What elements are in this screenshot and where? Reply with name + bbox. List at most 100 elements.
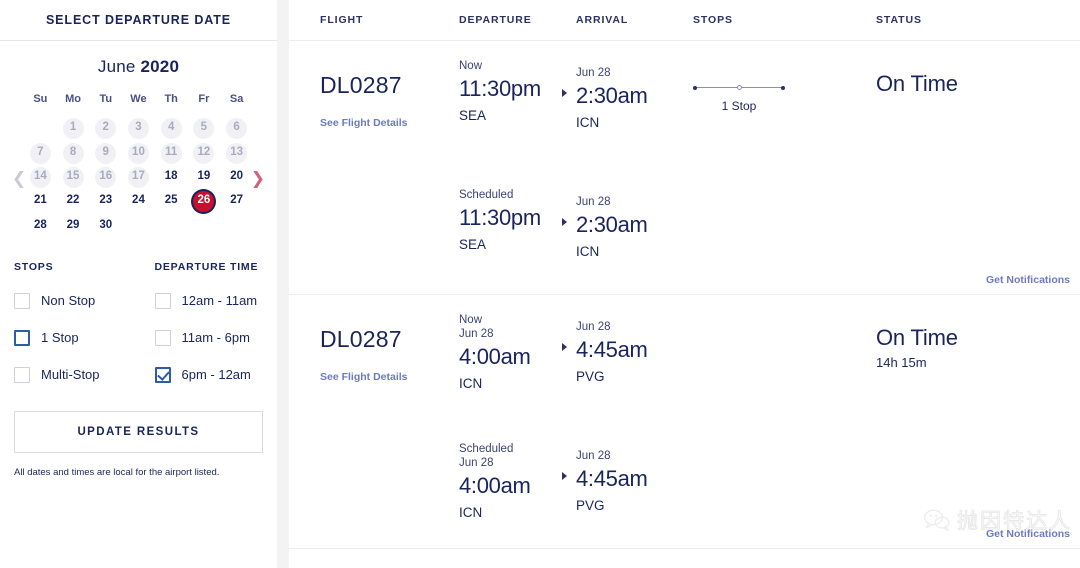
calendar-day-30[interactable]: 30 (95, 216, 116, 237)
departure-airport: SEA (459, 237, 487, 252)
calendar-cell: 22 (57, 189, 90, 213)
calendar-cell: 6 (220, 115, 253, 141)
calendar-week-row: 123456 (24, 115, 253, 141)
stops-cell (693, 170, 868, 294)
calendar-cell: 28 (24, 213, 57, 239)
calendar-day-23[interactable]: 23 (95, 191, 116, 212)
calendar-cell (155, 213, 188, 239)
calendar-day-19[interactable]: 19 (193, 167, 214, 188)
calendar-cell: 7 (24, 141, 57, 165)
chevron-right-icon[interactable]: ❯ (251, 171, 265, 188)
arrival-meta: Jun 28 (576, 321, 611, 333)
departure-time-option-row[interactable]: 6pm - 12am (154, 366, 264, 383)
departure-cell: Now 11:30pm SEA (459, 41, 576, 170)
flight-cell: DL0287 See Flight Details (289, 41, 459, 170)
arrival-cell: Jun 28 4:45am PVG (562, 295, 693, 424)
stops-option-row[interactable]: Non Stop (14, 292, 139, 309)
departure-airport: ICN (459, 505, 483, 520)
arrival-airport: ICN (576, 115, 600, 130)
calendar-day-24[interactable]: 24 (128, 191, 149, 212)
stops-filter-group: STOPS Non Stop 1 Stop Multi-Stop (14, 261, 139, 403)
departure-time-checkbox-2[interactable] (154, 366, 171, 383)
status-badge: On Time (876, 325, 958, 350)
departure-meta: Scheduled (459, 189, 514, 201)
page-title: SELECT DEPARTURE DATE (45, 13, 232, 27)
calendar-day-1: 1 (62, 117, 84, 139)
arrow-right-icon (562, 89, 567, 97)
calendar-cell: 17 (122, 165, 155, 189)
stops-filter-options: Non Stop 1 Stop Multi-Stop (14, 292, 139, 383)
calendar-day-11: 11 (160, 142, 182, 164)
departure-time: 4:00am (459, 473, 531, 498)
calendar-weekday-sa: Sa (229, 93, 244, 105)
stops-cell: 1 Stop (693, 41, 868, 170)
chevron-left-icon[interactable]: ❮ (12, 171, 26, 188)
calendar-weekday-we: We (130, 93, 147, 105)
calendar-day-20[interactable]: 20 (226, 167, 247, 188)
results-table-header: FLIGHT DEPARTURE ARRIVAL STOPS STATUS (289, 0, 1080, 41)
calendar-day-25[interactable]: 25 (161, 191, 182, 212)
calendar-day-7: 7 (29, 142, 51, 164)
calendar-weekday-th: Th (164, 93, 178, 105)
calendar-day-4: 4 (160, 117, 182, 139)
departure-time: 4:00am (459, 344, 531, 369)
calendar-day-28[interactable]: 28 (30, 216, 51, 237)
calendar-day-12: 12 (193, 142, 215, 164)
calendar-day-18[interactable]: 18 (161, 167, 182, 188)
calendar-cell: 24 (122, 189, 155, 213)
stops-option-row[interactable]: 1 Stop (14, 329, 139, 346)
arrival-time: 4:45am (576, 337, 648, 362)
departure-time: 11:30pm (459, 205, 541, 230)
arrival-time: 2:30am (576, 83, 648, 108)
calendar-week-row: 21 22 23 24 25 26 27 (24, 189, 253, 213)
flight-rows-container: DL0287 See Flight Details Now 11:30pm SEA Jun… (289, 41, 1080, 549)
see-flight-details-link[interactable]: See Flight Details (320, 117, 408, 129)
calendar-cell: 12 (188, 141, 221, 165)
sidebar-header: SELECT DEPARTURE DATE (0, 0, 277, 41)
arrival-cell: Jun 28 4:45am PVG (562, 424, 693, 548)
departure-time-checkbox-0[interactable] (154, 292, 171, 309)
calendar-cell: 8 (57, 141, 90, 165)
calendar-cell: 26 (188, 189, 221, 213)
calendar-cell: 15 (57, 165, 90, 189)
departure-time-option-row[interactable]: 11am - 6pm (154, 329, 264, 346)
calendar-day-26[interactable]: 26 (193, 190, 215, 212)
departure-time-checkbox-1[interactable] (154, 329, 171, 346)
stops-checkbox-0[interactable] (14, 292, 30, 309)
departure-time-option-row[interactable]: 12am - 11am (154, 292, 264, 309)
stops-option-row[interactable]: Multi-Stop (14, 366, 139, 383)
column-header-stops: STOPS (693, 14, 733, 26)
stops-label: Multi-Stop (41, 367, 100, 382)
calendar-cell: 10 (122, 141, 155, 165)
stops-checkbox-2[interactable] (14, 366, 30, 383)
calendar-day-21[interactable]: 21 (30, 191, 51, 212)
calendar-cell: 4 (155, 115, 188, 141)
calendar-month-name: June (97, 57, 136, 76)
flight-results-panel: FLIGHT DEPARTURE ARRIVAL STOPS STATUS DL… (289, 0, 1080, 568)
arrival-time: 2:30am (576, 212, 648, 237)
calendar-cell: 13 (220, 141, 253, 165)
stops-checkbox-1[interactable] (14, 329, 30, 346)
calendar-weekday-tu: Tu (99, 93, 113, 105)
calendar-day-29[interactable]: 29 (63, 216, 84, 237)
get-notifications-link[interactable]: Get Notifications (986, 528, 1070, 540)
calendar-cell (188, 213, 221, 239)
status-badge: On Time (876, 71, 958, 96)
update-results-button[interactable]: UPDATE RESULTS (14, 411, 263, 453)
get-notifications-link[interactable]: Get Notifications (986, 274, 1070, 286)
calendar-weekday-fr: Fr (198, 93, 210, 105)
calendar-day-16: 16 (95, 166, 117, 188)
calendar-day-22[interactable]: 22 (63, 191, 84, 212)
departure-date: Jun 28 (459, 328, 494, 340)
see-flight-details-link[interactable]: See Flight Details (320, 371, 408, 383)
calendar-day-3: 3 (127, 117, 149, 139)
calendar-day-27[interactable]: 27 (226, 191, 247, 212)
timezone-disclaimer: All dates and times are local for the ai… (14, 467, 220, 478)
departure-time-label: 11am - 6pm (181, 330, 250, 345)
flight-row: DL0287 See Flight Details Now Jun 28 4:00am I… (289, 295, 1080, 424)
calendar-cell: 20 (220, 165, 253, 189)
departure-date-calendar: June 2020 ❮ ❯ Su Mo Tu We Th Fr Sa 1 2 3 4 5 6 7 8 9 10… (0, 41, 277, 245)
departure-cell: Scheduled 11:30pm SEA (459, 170, 576, 294)
stops-label: Non Stop (41, 293, 96, 308)
calendar-week-row: 28 29 30 (24, 213, 253, 239)
